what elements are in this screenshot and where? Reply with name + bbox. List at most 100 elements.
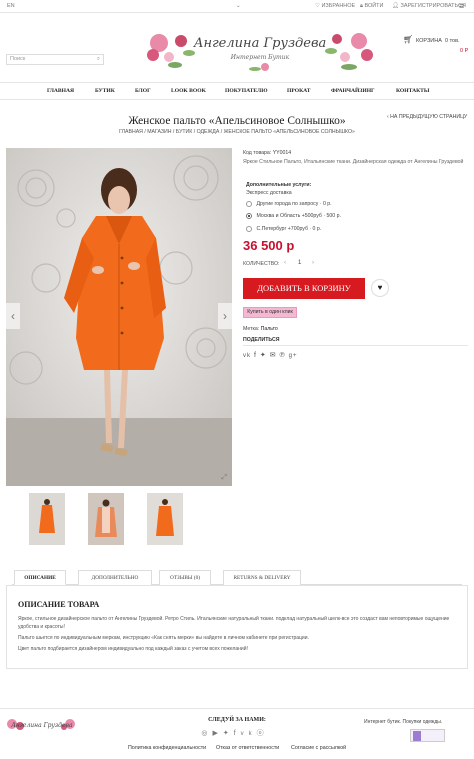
search-input[interactable]: Поиск ⌕ (6, 54, 104, 65)
radio-button[interactable] (246, 201, 252, 207)
thumbnail-image (88, 493, 124, 545)
wishlist-heart-icon[interactable]: ♥ (371, 279, 389, 297)
nav-boutique[interactable]: БУТИК (95, 88, 115, 94)
one-click-buy-button[interactable]: Купить в один клик (243, 307, 297, 318)
vk-icon[interactable]: vk (241, 731, 257, 737)
search-icon[interactable]: ⌕ (97, 55, 100, 64)
footer-link-privacy[interactable]: Политика конфиденциальности (128, 745, 206, 751)
footer: Ангелина Груздева СЛЕДУЙ ЗА НАМИ: ◎▶✦fvk… (0, 708, 474, 759)
share-title: ПОДЕЛИТЬСЯ (243, 337, 280, 343)
description-paragraph-2: Пальто шьется по индивидуальным меркам, … (18, 635, 309, 641)
description-heading: ОПИСАНИЕ ТОВАРА (18, 600, 100, 609)
description-paragraph-3: Цвет пальто подбирается дизайнером индив… (18, 646, 248, 652)
login-label: ВОЙТИ (364, 3, 384, 9)
breadcrumb[interactable]: ГЛАВНАЯ / МАГАЗИН / БУТИК / ОДЕЖДА / ЖЕН… (0, 129, 474, 135)
favorites-label: ИЗБРАННОЕ (321, 3, 356, 9)
back-link[interactable]: ‹ НА ПРЕДЫДУЩУЮ СТРАНИЦУ (387, 114, 467, 120)
thumbnail-image (147, 493, 183, 545)
search-placeholder: Поиск (10, 56, 26, 62)
youtube-icon[interactable]: ▶ (212, 730, 222, 737)
vk-icon[interactable]: vk (243, 353, 251, 359)
nav-contacts[interactable]: КОНТАКТЫ (396, 88, 429, 94)
product-tag: Метка: Пальто (243, 326, 278, 332)
radio-button-selected[interactable] (246, 213, 252, 219)
share-icons: vk f ✦ ✉ ℗ g+ (243, 351, 297, 359)
payment-logo-icon (413, 731, 421, 741)
quantity-label: КОЛИЧЕСТВО: (243, 261, 280, 267)
product-tabs: ОПИСАНИЕ ДОПОЛНИТЕЛЬНО ОТЗЫВЫ (0) RETURN… (12, 570, 462, 585)
facebook-icon[interactable]: f (234, 730, 241, 737)
nav-home[interactable]: ГЛАВНАЯ (47, 88, 74, 94)
tab-reviews[interactable]: ОТЗЫВЫ (0) (159, 570, 211, 585)
nav-buyer[interactable]: ПОКУПАТЕЛЮ (225, 88, 268, 94)
footer-logo-text: Ангелина Груздева (10, 722, 73, 729)
plus-icon[interactable]: › (312, 260, 314, 266)
nav-franchise[interactable]: ФРАНЧАЙЗИНГ (331, 88, 375, 94)
thumbnail-image (29, 493, 65, 545)
option-row-1[interactable]: Другие города по запросу · 0 р. (246, 201, 332, 207)
tab-additional[interactable]: ДОПОЛНИТЕЛЬНО (78, 570, 152, 585)
description-panel: ОПИСАНИЕ ТОВАРА Яркое, стильное дизайнер… (6, 585, 468, 669)
product-price: 36 500 р (243, 238, 295, 253)
instagram-icon[interactable]: ◎ (201, 730, 212, 737)
nav-lookbook[interactable]: LOOK BOOK (171, 88, 206, 94)
product-short-description: Яркое Стильное Пальто, Итальянские ткани… (243, 159, 464, 165)
nav-blog[interactable]: БЛОГ (135, 88, 151, 94)
add-to-cart-label: ДОБАВИТЬ В КОРЗИНУ (257, 283, 351, 293)
odnoklassniki-icon[interactable]: ⓞ (257, 730, 269, 737)
register-label: ЗАРЕГИСТРИРОВАТЬСЯ (400, 3, 466, 9)
facebook-icon[interactable]: f (254, 352, 257, 359)
google-plus-icon[interactable]: g+ (289, 353, 298, 359)
payment-badge (410, 729, 445, 742)
zoom-icon[interactable]: ⤢ (221, 474, 227, 482)
cart-widget[interactable]: 🛒︎ КОРЗИНА 0 тов. 0 Р (403, 35, 471, 58)
cart-icon: 🛒︎ (403, 35, 414, 44)
tab-description[interactable]: ОПИСАНИЕ (14, 570, 66, 585)
description-paragraph-1: Яркое, стильное дизайнерское пальто от А… (18, 616, 450, 630)
logo[interactable]: Ангелина Груздева Интернет Бутик (145, 23, 375, 73)
twitter-icon[interactable]: ✦ (260, 352, 267, 359)
option-label: Москва и Область +500руб · 500 р. (256, 213, 341, 220)
main-nav: ГЛАВНАЯ БУТИК БЛОГ LOOK BOOK ПОКУПАТЕЛЮ … (0, 82, 474, 100)
thumbnail-2[interactable] (88, 493, 124, 545)
menu-icon[interactable]: ≡ (459, 1, 464, 11)
register-link[interactable]: 👤︎ ЗАРЕГИСТРИРОВАТЬСЯ (392, 3, 466, 9)
cart-total: 0 Р (460, 48, 469, 54)
option-row-2[interactable]: Москва и Область +500руб · 500 р. (246, 213, 341, 219)
tag-link[interactable]: Пальто (261, 326, 278, 332)
twitter-icon[interactable]: ✦ (223, 730, 234, 737)
radio-button[interactable] (246, 226, 252, 232)
next-image-arrow[interactable]: › (218, 303, 232, 329)
language-switch[interactable]: EN (7, 3, 15, 9)
prev-image-arrow[interactable]: ‹ (6, 303, 20, 329)
cart-count: 0 тов. (445, 38, 460, 44)
logo-title: Ангелина Груздева (193, 36, 327, 51)
social-icons: ◎▶✦fvkⓞ (180, 728, 290, 738)
product-main-image[interactable]: ‹ › ⤢ (6, 148, 232, 486)
add-to-cart-button[interactable]: ДОБАВИТЬ В КОРЗИНУ (243, 278, 365, 299)
tab-returns[interactable]: RETURNS & DELIVERY (223, 570, 301, 585)
product-sku: Код товара: YY0014 (243, 150, 292, 156)
login-link[interactable]: 🔒︎ ВОЙТИ (360, 3, 384, 10)
thumbnail-3[interactable] (147, 493, 183, 545)
nav-rental[interactable]: ПРОКАТ (287, 88, 310, 94)
pinterest-icon[interactable]: ℗ (280, 352, 286, 359)
extra-services-subtitle: Экспресс доставка (246, 190, 292, 196)
mail-icon[interactable]: ✉ (270, 352, 277, 359)
extra-services-title: Дополнительные услуги: (246, 182, 312, 188)
favorites-link[interactable]: ♡ ИЗБРАННОЕ (315, 3, 355, 9)
shop-tagline: Интернет бутик. Покупки одежды. (364, 719, 443, 725)
logo-subtitle: Интернет Бутик (230, 54, 290, 61)
footer-link-consent[interactable]: Согласие с рассылкой (291, 745, 346, 751)
tag-label: Метка: (243, 326, 260, 332)
footer-link-disclaimer[interactable]: Отказ от ответственности (216, 745, 279, 751)
quantity-stepper[interactable]: ‹ 1 › (282, 258, 320, 270)
cart-label: КОРЗИНА (416, 38, 442, 44)
header: Поиск ⌕ Ангелина Груздева Интернет Бутик… (0, 13, 474, 81)
option-row-3[interactable]: С.Петербург +700руб · 0 р. (246, 226, 321, 232)
option-label: С.Петербург +700руб · 0 р. (256, 226, 322, 233)
thumbnail-1[interactable] (29, 493, 65, 545)
minus-icon[interactable]: ‹ (284, 260, 286, 266)
chevron-down-icon[interactable]: ⌄ (236, 3, 241, 9)
quantity-value[interactable]: 1 (298, 260, 301, 266)
